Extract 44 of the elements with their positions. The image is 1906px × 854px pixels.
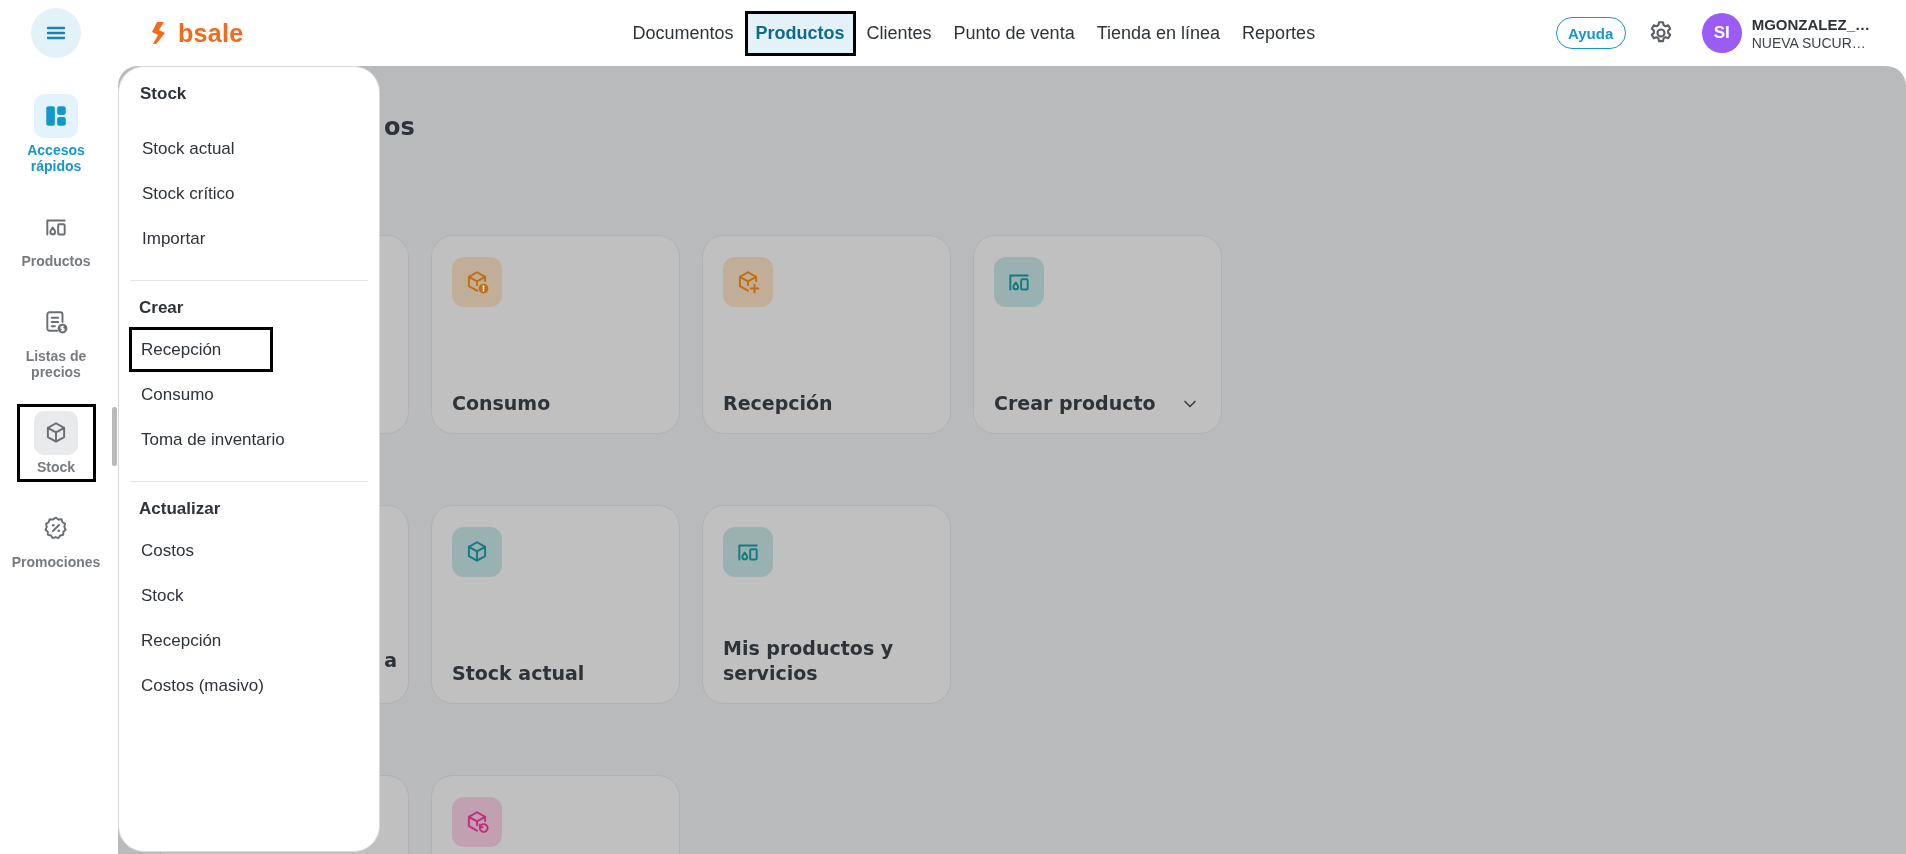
nav-tab[interactable]: Productos [744,10,856,56]
scroll-thumb[interactable] [112,407,117,466]
shortcut-card[interactable]: Consumo [431,235,680,434]
menu-item[interactable]: Recepción [129,327,273,372]
card-label: Crear producto [994,391,1156,416]
nav-tab[interactable]: Tienda en línea [1085,10,1232,56]
menu-item[interactable]: Stock crítico [130,171,274,216]
user-name: MGONZALEZ_… [1751,15,1870,33]
nav-tab[interactable]: Clientes [855,10,943,56]
menu-item[interactable]: Importar [130,216,274,261]
menu-item[interactable]: Recepción [129,618,273,663]
menu-item[interactable]: Costos [129,528,273,573]
shortcut-card[interactable]: Stock actual [431,505,680,704]
menu-item[interactable]: Stock [129,573,273,618]
shortcut-card[interactable]: Crear producto [973,235,1222,434]
promotion-icon [43,515,69,541]
card-label: a [384,648,397,673]
branch-name: NUEVA SUCUR… [1751,34,1867,51]
shortcut-card[interactable]: Recepción [702,235,951,434]
logo-text: bsale [178,18,244,48]
card-label: Mis productos y servicios [723,636,895,686]
card-label: Recepción [723,391,833,416]
card-label: Consumo [452,391,551,416]
sidebar-item[interactable]: Productos [16,198,96,276]
menu-item[interactable]: Costos (masivo) [129,663,276,708]
menu-item[interactable]: Stock actual [130,126,274,171]
shortcut-card[interactable]: Mis productos y servicios [702,505,951,704]
menu-heading: Stock [139,83,188,105]
avatar[interactable]: SI [1701,13,1742,53]
card-label: Stock actual [452,661,585,686]
sidebar-item[interactable]: Promociones [8,499,104,577]
menu-item[interactable]: Consumo [129,372,273,417]
price-list-icon [43,309,69,335]
grid-icon [43,103,69,129]
sidebar-item[interactable]: Listas de precios [3,293,109,387]
menu-heading: Actualizar [138,498,222,520]
menu-button[interactable] [31,8,81,58]
menu-heading: Crear [138,297,185,319]
nav-tab[interactable]: Reportes [1231,10,1327,56]
menu-item[interactable]: Toma de inventario [129,417,297,462]
nav-tab[interactable]: Punto de venta [942,10,1086,56]
page-title: os [384,112,415,142]
nav-tab[interactable]: Documentos [621,10,745,56]
sidebar-item[interactable]: Stock [16,404,96,482]
